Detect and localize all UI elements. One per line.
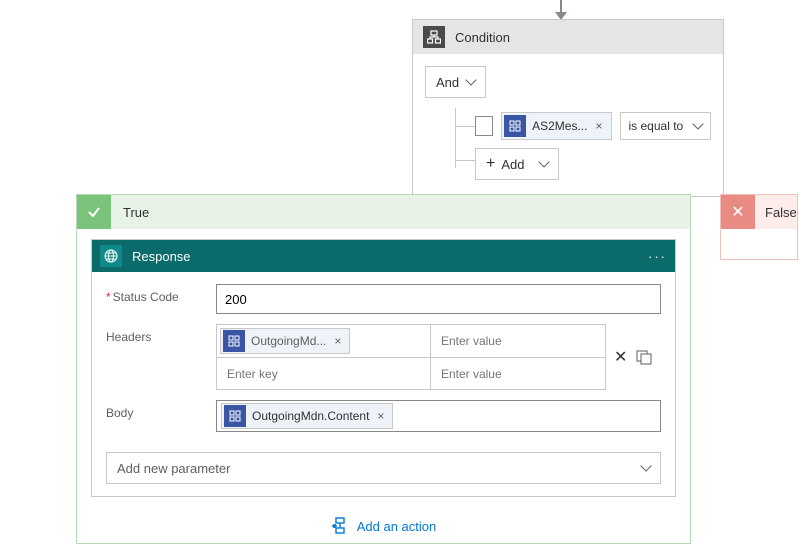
chevron-down-icon <box>640 460 651 471</box>
check-icon <box>77 195 111 229</box>
operator-label: is equal to <box>629 119 684 133</box>
headers-table: OutgoingMd... × <box>216 324 606 390</box>
body-row: Body OutgoingMdn.Content × <box>106 400 661 432</box>
operand-token[interactable]: AS2Mes... × <box>501 112 611 140</box>
true-title: True <box>111 205 149 220</box>
body-token[interactable]: OutgoingMdn.Content × <box>221 403 393 429</box>
condition-icon <box>423 26 445 48</box>
add-label: Add <box>501 157 524 172</box>
chevron-down-icon <box>539 156 550 167</box>
globe-icon <box>100 245 122 267</box>
operator-select[interactable]: is equal to <box>620 112 712 140</box>
remove-header-icon[interactable]: ✕ <box>614 347 627 367</box>
status-code-label: *Status Code <box>106 284 216 304</box>
header-value-input[interactable] <box>439 325 597 357</box>
add-action-label: Add an action <box>357 519 437 534</box>
token-remove-icon[interactable]: × <box>375 409 386 423</box>
body-label: Body <box>106 400 216 420</box>
header-key-token[interactable]: OutgoingMd... × <box>220 328 350 354</box>
add-parameter-select[interactable]: Add new parameter <box>106 452 661 484</box>
token-remove-icon[interactable]: × <box>593 119 604 133</box>
logic-operator-select[interactable]: And <box>425 66 486 98</box>
status-code-input[interactable] <box>216 284 661 314</box>
status-code-row: *Status Code <box>106 284 661 314</box>
more-menu-icon[interactable]: ··· <box>648 249 667 264</box>
header-value-input[interactable] <box>439 358 597 389</box>
token-icon <box>504 115 526 137</box>
logic-operator-label: And <box>436 75 459 90</box>
response-title: Response <box>132 249 191 264</box>
response-header[interactable]: Response ··· <box>92 240 675 272</box>
add-action-icon <box>331 517 349 535</box>
add-condition-button[interactable]: + Add <box>475 148 559 180</box>
token-label: OutgoingMdn.Content <box>252 409 369 423</box>
chevron-down-icon <box>465 74 476 85</box>
condition-row: AS2Mes... × is equal to <box>455 108 711 144</box>
headers-label: Headers <box>106 324 216 344</box>
condition-title: Condition <box>455 30 510 45</box>
true-header[interactable]: True <box>77 195 690 229</box>
header-key-input[interactable] <box>225 358 422 389</box>
response-card: Response ··· *Status Code Headers <box>91 239 676 497</box>
token-remove-icon[interactable]: × <box>332 334 343 348</box>
body-input[interactable]: OutgoingMdn.Content × <box>216 400 661 432</box>
false-header[interactable]: ✕ False <box>721 195 797 229</box>
table-row: OutgoingMd... × <box>217 325 606 358</box>
true-branch-card: True Response ··· *Status Code Headers <box>76 194 691 544</box>
add-action-button[interactable]: Add an action <box>77 509 690 543</box>
false-title: False <box>755 205 797 220</box>
token-icon <box>224 405 246 427</box>
row-checkbox[interactable] <box>475 116 493 136</box>
flow-arrow-in <box>560 0 562 19</box>
condition-card: Condition And AS2Mes... × is equal to <box>412 19 724 197</box>
token-label: OutgoingMd... <box>251 334 326 348</box>
chevron-down-icon <box>692 118 703 129</box>
token-label: AS2Mes... <box>532 119 587 133</box>
switch-mode-icon[interactable] <box>635 348 653 366</box>
condition-header[interactable]: Condition <box>413 20 723 54</box>
headers-row: Headers OutgoingMd... × <box>106 324 661 390</box>
plus-icon: + <box>486 156 495 172</box>
table-row <box>217 358 606 390</box>
token-icon <box>223 330 245 352</box>
x-icon: ✕ <box>721 195 755 229</box>
condition-body: And AS2Mes... × is equal to <box>413 54 723 196</box>
false-branch-card: ✕ False <box>720 194 798 260</box>
add-parameter-label: Add new parameter <box>117 461 230 476</box>
